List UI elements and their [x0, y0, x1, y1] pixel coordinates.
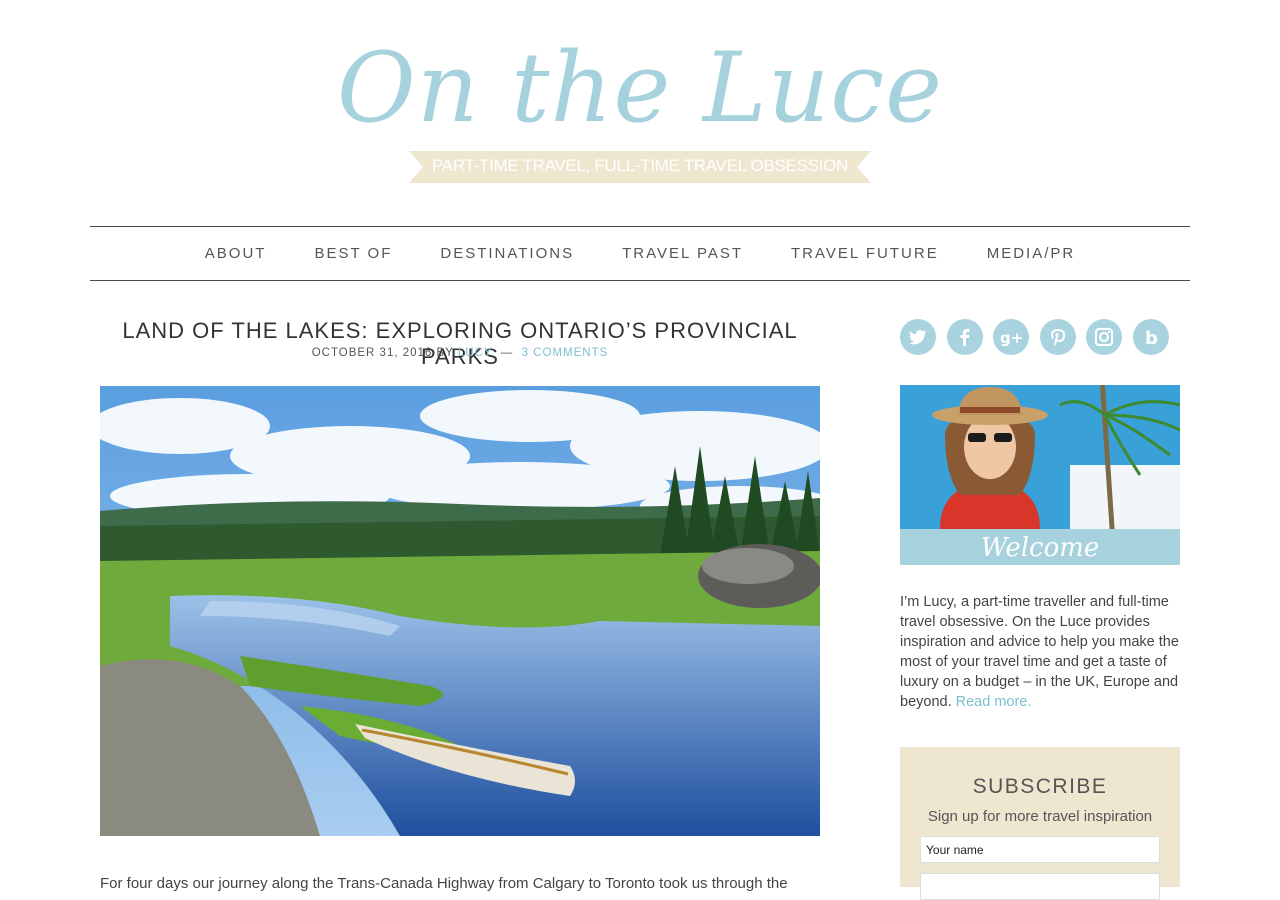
- bloglovin-icon[interactable]: b: [1132, 319, 1169, 355]
- post-by: BY: [436, 347, 454, 359]
- email-input[interactable]: [920, 873, 1160, 900]
- name-input[interactable]: [920, 836, 1160, 863]
- site-tagline: PART-TIME TRAVEL, FULL-TIME TRAVEL OBSES…: [432, 156, 848, 175]
- welcome-photo[interactable]: Welcome: [900, 385, 1180, 565]
- svg-text:g+: g+: [1000, 329, 1023, 347]
- instagram-icon[interactable]: [1086, 319, 1123, 355]
- nav-destinations[interactable]: DESTINATIONS: [440, 245, 574, 262]
- post-featured-image[interactable]: [100, 386, 820, 836]
- lake-canoe-photo: [100, 386, 820, 836]
- read-more-link[interactable]: Read more.: [956, 694, 1032, 710]
- author-bio: I’m Lucy, a part-time traveller and full…: [900, 592, 1180, 712]
- nav-travel-future[interactable]: TRAVEL FUTURE: [791, 245, 939, 262]
- pinterest-icon[interactable]: [1039, 319, 1076, 355]
- nav-about[interactable]: ABOUT: [205, 245, 267, 262]
- tagline-ribbon: PART-TIME TRAVEL, FULL-TIME TRAVEL OBSES…: [409, 149, 871, 185]
- nav-best-of[interactable]: BEST OF: [314, 245, 392, 262]
- subscribe-subtitle: Sign up for more travel inspiration: [927, 808, 1153, 825]
- subscribe-title: SUBSCRIBE: [972, 775, 1108, 798]
- nav-media-pr[interactable]: MEDIA/PR: [987, 245, 1076, 262]
- twitter-icon[interactable]: [900, 319, 936, 355]
- social-icons: g+ b: [900, 319, 1180, 355]
- post-date: OCTOBER 31, 2016: [311, 347, 433, 359]
- svg-text:b: b: [1145, 328, 1158, 347]
- facebook-icon[interactable]: [946, 319, 983, 355]
- post-excerpt: For four days our journey along the Tran…: [100, 875, 788, 892]
- site-header: On the Luce PART-TIME TRAVEL, FULL-TIME …: [0, 0, 1280, 226]
- site-logo[interactable]: On the Luce: [0, 28, 1280, 148]
- post-title[interactable]: LAND OF THE LAKES: EXPLORING ONTARIO’S P…: [100, 318, 820, 370]
- main-nav: ABOUT BEST OF DESTINATIONS TRAVEL PAST T…: [90, 226, 1190, 281]
- post-author-link[interactable]: LUCY: [458, 347, 492, 359]
- meta-separator: —: [500, 347, 514, 359]
- post-meta: OCTOBER 31, 2016 BY LUCY — 3 COMMENTS: [100, 347, 820, 359]
- nav-travel-past[interactable]: TRAVEL PAST: [622, 245, 743, 262]
- google-plus-icon[interactable]: g+: [993, 319, 1030, 355]
- post-comments-link[interactable]: 3 COMMENTS: [522, 347, 609, 359]
- subscribe-box: SUBSCRIBE Sign up for more travel inspir…: [900, 747, 1180, 900]
- welcome-label: Welcome: [900, 529, 1180, 565]
- bio-text: I’m Lucy, a part-time traveller and full…: [900, 594, 1179, 710]
